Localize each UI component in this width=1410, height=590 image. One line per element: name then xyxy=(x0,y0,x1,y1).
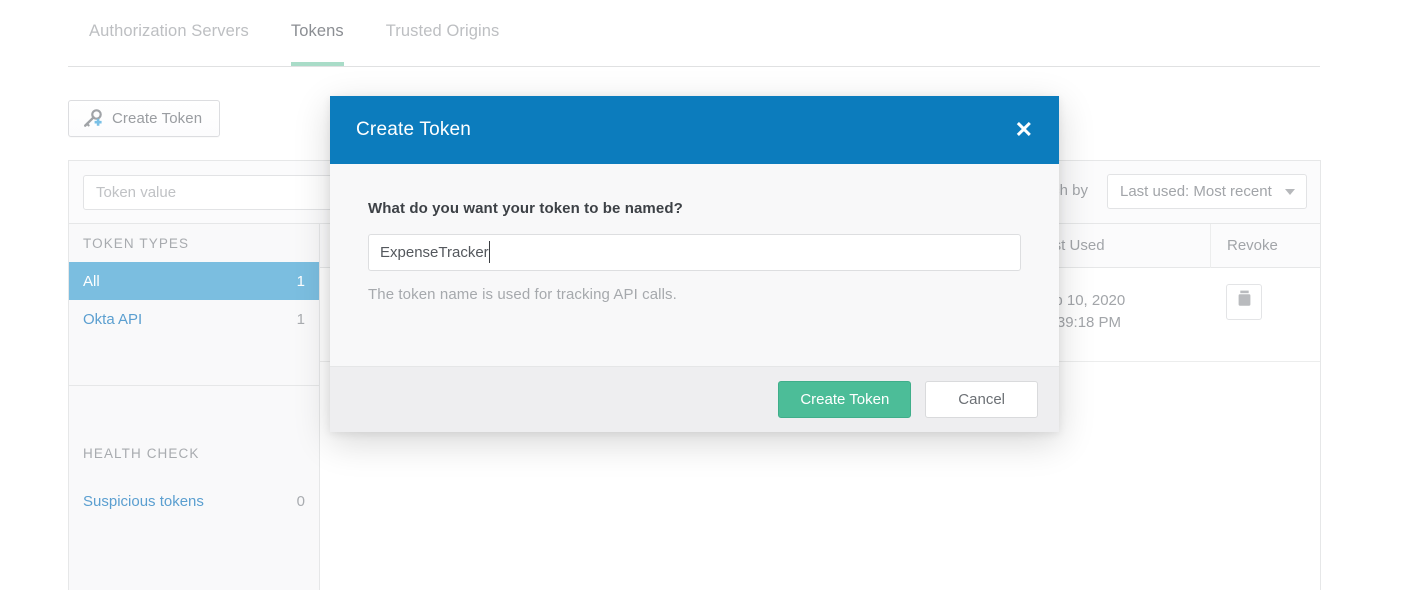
sidebar-item-count: 1 xyxy=(297,311,305,328)
tab-trusted-origins[interactable]: Trusted Origins xyxy=(365,0,521,67)
cell-last-used-time: 12:39:18 PM xyxy=(1036,312,1210,334)
modal-header: Create Token ✕ xyxy=(330,96,1059,164)
tokens-sidebar: TOKEN TYPES All 1 Okta API 1 HEALTH CHEC… xyxy=(69,224,320,590)
sidebar-item-label: All xyxy=(83,273,297,290)
sort-by-select[interactable]: Last used: Most recent xyxy=(1107,174,1307,209)
cell-last-used-date: Sep 10, 2020 xyxy=(1036,290,1210,312)
sort-by-value: Last used: Most recent xyxy=(1120,183,1272,200)
modal-cancel-button[interactable]: Cancel xyxy=(925,381,1038,418)
health-check-heading: HEALTH CHECK xyxy=(69,446,199,461)
tab-label: Tokens xyxy=(291,22,344,40)
modal-body: What do you want your token to be named?… xyxy=(330,164,1059,367)
token-name-field-wrap xyxy=(368,234,1021,271)
create-token-button[interactable]: Create Token xyxy=(68,100,220,137)
tab-label: Authorization Servers xyxy=(89,22,249,40)
sidebar-item-label: Okta API xyxy=(83,311,297,328)
trash-icon xyxy=(1237,290,1252,314)
token-name-input[interactable] xyxy=(368,234,1021,271)
chevron-down-icon xyxy=(1285,189,1295,195)
cell-revoke xyxy=(1210,268,1320,361)
create-token-button-label: Create Token xyxy=(112,110,202,127)
column-header-revoke: Revoke xyxy=(1210,224,1320,268)
sidebar-item-suspicious-tokens[interactable]: Suspicious tokens 0 xyxy=(69,482,319,520)
token-types-heading: TOKEN TYPES xyxy=(69,236,189,251)
modal-title: Create Token xyxy=(356,119,471,141)
tokens-page: Authorization Servers Tokens Trusted Ori… xyxy=(0,0,1410,590)
tab-bar: Authorization Servers Tokens Trusted Ori… xyxy=(0,0,1410,67)
token-name-help-text: The token name is used for tracking API … xyxy=(368,286,1021,303)
close-icon[interactable]: ✕ xyxy=(1013,115,1035,145)
tab-label: Trusted Origins xyxy=(386,22,500,40)
key-plus-icon xyxy=(82,109,104,129)
tab-authorization-servers[interactable]: Authorization Servers xyxy=(68,0,270,67)
sidebar-item-label: Suspicious tokens xyxy=(83,493,297,510)
text-cursor xyxy=(489,241,490,263)
token-name-question: What do you want your token to be named? xyxy=(368,200,1021,217)
tab-bar-divider xyxy=(68,66,1320,67)
modal-create-token-button[interactable]: Create Token xyxy=(778,381,911,418)
sidebar-item-count: 0 xyxy=(297,493,305,510)
create-token-modal: Create Token ✕ What do you want your tok… xyxy=(330,96,1059,432)
tab-list: Authorization Servers Tokens Trusted Ori… xyxy=(68,0,520,67)
sidebar-item-all[interactable]: All 1 xyxy=(69,262,319,300)
modal-footer: Create Token Cancel xyxy=(330,367,1059,432)
sidebar-item-okta-api[interactable]: Okta API 1 xyxy=(69,300,319,338)
sidebar-item-count: 1 xyxy=(297,273,305,290)
tab-tokens[interactable]: Tokens xyxy=(270,0,365,67)
revoke-token-button[interactable] xyxy=(1226,284,1262,320)
